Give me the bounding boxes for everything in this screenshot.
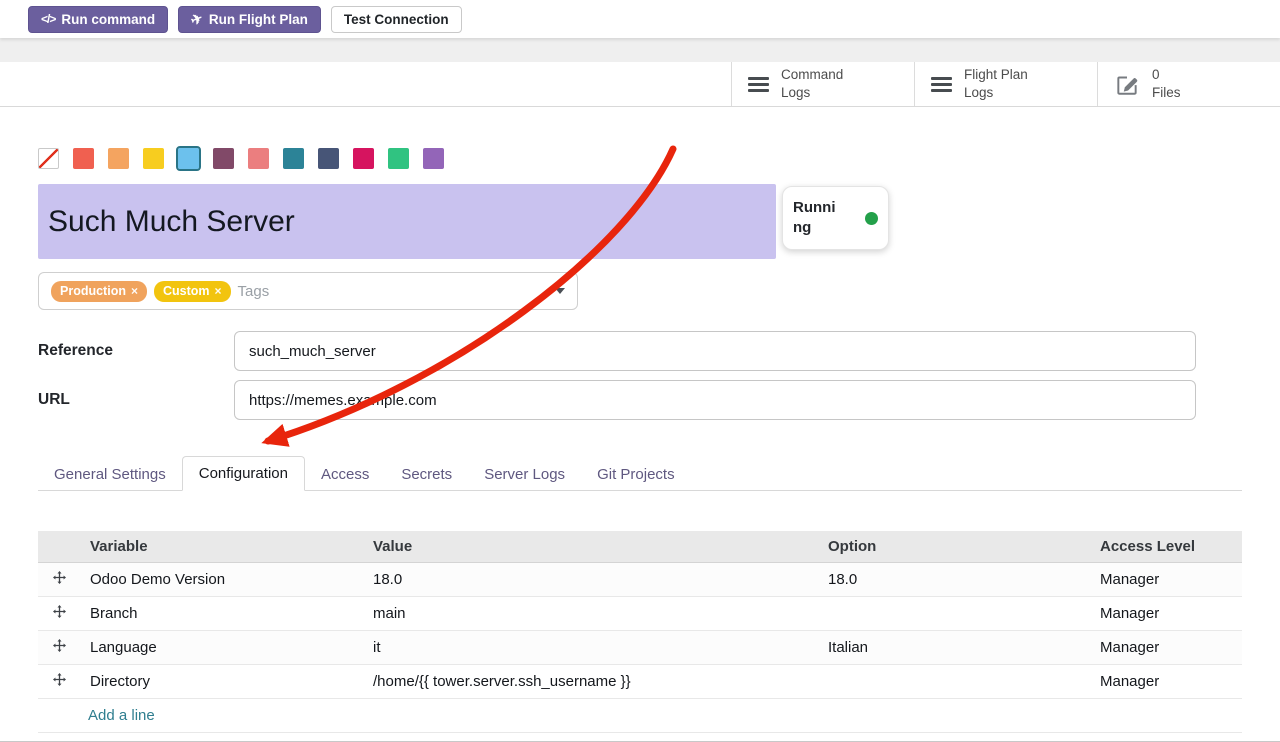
list-icon (748, 77, 769, 92)
table-row[interactable]: Branch main Manager (38, 596, 1242, 630)
color-swatch-dark-blue[interactable] (318, 148, 339, 169)
color-swatch-no-color[interactable] (38, 148, 59, 169)
color-swatch-yellow[interactable] (143, 148, 164, 169)
color-swatch-orange[interactable] (108, 148, 129, 169)
tag-production-label: Production (60, 284, 126, 298)
test-connection-button[interactable]: Test Connection (331, 6, 462, 33)
cell-access-level[interactable]: Manager (1090, 562, 1242, 596)
stat-button-flight-plan-logs[interactable]: Flight PlanLogs (914, 62, 1097, 106)
configuration-table: Variable Value Option Access Level Odoo … (38, 531, 1242, 733)
cell-access-level[interactable]: Manager (1090, 596, 1242, 630)
tag-remove-icon[interactable]: × (215, 284, 222, 298)
drag-handle-icon[interactable] (53, 639, 66, 652)
run-flight-plan-label: Run Flight Plan (209, 12, 308, 27)
color-swatch-fuchsia[interactable] (353, 148, 374, 169)
tab-secrets[interactable]: Secrets (385, 458, 468, 491)
cell-value[interactable]: main (363, 596, 818, 630)
table-row[interactable]: Odoo Demo Version 18.0 18.0 Manager (38, 562, 1242, 596)
server-name-text: Such Much Server (48, 205, 295, 239)
cell-option[interactable]: 18.0 (818, 562, 1090, 596)
server-name-input[interactable]: Such Much Server (38, 184, 776, 259)
cell-value[interactable]: /home/{{ tower.server.ssh_username }} (363, 664, 818, 698)
run-command-button[interactable]: </> Run command (28, 6, 168, 33)
table-header-row: Variable Value Option Access Level (38, 531, 1242, 562)
stat-button-command-logs-label: CommandLogs (781, 66, 843, 101)
color-swatch-purple[interactable] (423, 148, 444, 169)
color-swatch-dark-purple[interactable] (213, 148, 234, 169)
url-field-row: URL https://memes.example.com (38, 380, 1242, 420)
color-swatch-teal[interactable] (283, 148, 304, 169)
cell-access-level[interactable]: Manager (1090, 664, 1242, 698)
reference-field-row: Reference such_much_server (38, 331, 1242, 371)
cell-option[interactable] (818, 664, 1090, 698)
form-area: Such Much Server Running Production × Cu… (0, 107, 1280, 733)
drag-handle-icon[interactable] (53, 673, 66, 686)
top-action-bar: </> Run command ✈ Run Flight Plan Test C… (0, 0, 1280, 38)
cell-variable[interactable]: Language (80, 630, 363, 664)
tag-custom-label: Custom (163, 284, 210, 298)
cell-value[interactable]: 18.0 (363, 562, 818, 596)
color-picker (38, 107, 1242, 169)
reference-input[interactable]: such_much_server (234, 331, 1196, 371)
tab-server-logs[interactable]: Server Logs (468, 458, 581, 491)
cell-access-level[interactable]: Manager (1090, 630, 1242, 664)
url-label: URL (38, 391, 234, 409)
run-flight-plan-button[interactable]: ✈ Run Flight Plan (178, 6, 321, 33)
table-header-access-level: Access Level (1090, 531, 1242, 562)
tags-field[interactable]: Production × Custom × Tags (38, 272, 578, 310)
cell-variable[interactable]: Branch (80, 596, 363, 630)
url-value: https://memes.example.com (249, 392, 437, 409)
test-connection-label: Test Connection (344, 12, 449, 27)
drag-handle-icon[interactable] (53, 571, 66, 584)
tab-configuration[interactable]: Configuration (182, 456, 305, 491)
edit-icon (1114, 71, 1140, 97)
table-header-handle (38, 531, 80, 562)
stat-button-bar: CommandLogs Flight PlanLogs 0Files (0, 62, 1280, 107)
tab-general-settings[interactable]: General Settings (38, 458, 182, 491)
code-icon: </> (41, 12, 55, 26)
table-row[interactable]: Language it Italian Manager (38, 630, 1242, 664)
chevron-down-icon[interactable] (555, 288, 565, 294)
stat-button-flight-plan-logs-label: Flight PlanLogs (964, 66, 1028, 101)
color-swatch-green[interactable] (388, 148, 409, 169)
tab-git-projects[interactable]: Git Projects (581, 458, 691, 491)
cell-option[interactable]: Italian (818, 630, 1090, 664)
url-input[interactable]: https://memes.example.com (234, 380, 1196, 420)
add-line-row: Add a line (38, 698, 1242, 732)
reference-label: Reference (38, 342, 234, 360)
color-swatch-light-blue[interactable] (178, 148, 199, 169)
stat-button-files-label: 0Files (1152, 66, 1181, 101)
title-row: Such Much Server Running (38, 184, 1242, 259)
cell-option[interactable] (818, 596, 1090, 630)
stat-button-files[interactable]: 0Files (1097, 62, 1280, 106)
stat-button-command-logs[interactable]: CommandLogs (731, 62, 914, 106)
add-a-line-link[interactable]: Add a line (88, 707, 155, 724)
status-dot (865, 212, 878, 225)
cell-value[interactable]: it (363, 630, 818, 664)
notebook-tabs: General Settings Configuration Access Se… (38, 455, 1242, 491)
reference-value: such_much_server (249, 343, 376, 360)
list-icon (931, 77, 952, 92)
run-command-label: Run command (61, 12, 155, 27)
tags-placeholder: Tags (238, 283, 270, 300)
table-header-variable: Variable (80, 531, 363, 562)
status-label: Running (793, 198, 841, 239)
table-header-value: Value (363, 531, 818, 562)
cell-variable[interactable]: Directory (80, 664, 363, 698)
tab-access[interactable]: Access (305, 458, 385, 491)
drag-handle-icon[interactable] (53, 605, 66, 618)
tag-remove-icon[interactable]: × (131, 284, 138, 298)
color-swatch-red[interactable] (73, 148, 94, 169)
form-sheet: CommandLogs Flight PlanLogs 0Files (0, 62, 1280, 742)
plane-icon: ✈ (188, 9, 205, 29)
status-badge[interactable]: Running (782, 186, 889, 250)
color-swatch-salmon[interactable] (248, 148, 269, 169)
tag-production[interactable]: Production × (51, 281, 147, 302)
cell-variable[interactable]: Odoo Demo Version (80, 562, 363, 596)
tag-custom[interactable]: Custom × (154, 281, 231, 302)
table-row[interactable]: Directory /home/{{ tower.server.ssh_user… (38, 664, 1242, 698)
table-header-option: Option (818, 531, 1090, 562)
